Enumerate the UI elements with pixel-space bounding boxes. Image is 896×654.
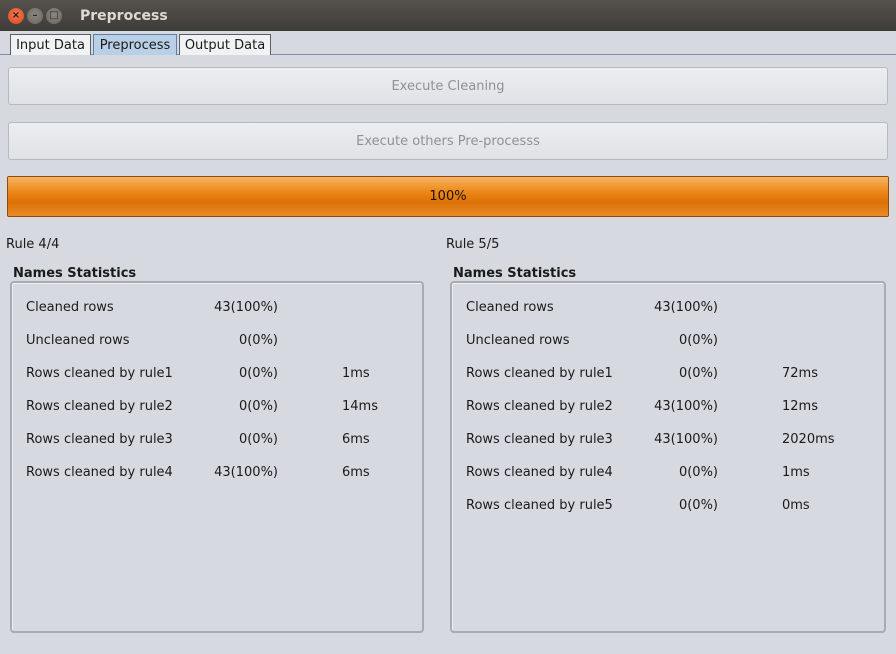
right-row-label: Cleaned rows: [466, 300, 554, 315]
left-row-label: Rows cleaned by rule3: [26, 432, 173, 447]
right-row-label: Rows cleaned by rule4: [466, 465, 613, 480]
left-section-title: Names Statistics: [13, 266, 137, 281]
left-row-time: 6ms: [342, 465, 370, 480]
close-icon[interactable]: ×: [8, 7, 24, 24]
tab-input-data[interactable]: Input Data: [10, 34, 91, 55]
right-row-label: Rows cleaned by rule1: [466, 366, 613, 381]
right-row-label: Uncleaned rows: [466, 333, 570, 348]
left-row-label: Uncleaned rows: [26, 333, 130, 348]
right-row-value: 0(0%): [678, 498, 718, 513]
minimize-icon[interactable]: –: [27, 7, 43, 24]
right-row-time: 12ms: [782, 399, 818, 414]
left-row-time: 1ms: [342, 366, 370, 381]
right-rule-label: Rule 5/5: [446, 237, 500, 252]
left-row-label: Rows cleaned by rule4: [26, 465, 173, 480]
left-row-value: 0(0%): [238, 366, 278, 381]
execute-others-button[interactable]: Execute others Pre-processs: [8, 122, 888, 160]
right-row-label: Rows cleaned by rule2: [466, 399, 613, 414]
execute-cleaning-button[interactable]: Execute Cleaning: [8, 67, 888, 105]
right-row-time: 1ms: [782, 465, 810, 480]
left-row-value: 0(0%): [238, 432, 278, 447]
tab-bar: Input Data Preprocess Output Data: [0, 31, 896, 56]
right-row-label: Rows cleaned by rule5: [466, 498, 613, 513]
maximize-icon[interactable]: □: [46, 7, 62, 24]
tab-output-data[interactable]: Output Data: [179, 34, 271, 55]
right-row-time: 0ms: [782, 498, 810, 513]
right-row-time: 72ms: [782, 366, 818, 381]
title-bar[interactable]: × – □ Preprocess: [0, 0, 896, 31]
progress-bar: 100%: [7, 176, 889, 217]
left-rule-label: Rule 4/4: [6, 237, 60, 252]
right-section-title: Names Statistics: [453, 266, 577, 281]
right-row-value: 0(0%): [678, 465, 718, 480]
right-row-value: 0(0%): [678, 333, 718, 348]
right-row-value: 43(100%): [654, 432, 718, 447]
right-stats-panel: Cleaned rows 43(100%) Uncleaned rows 0(0…: [450, 281, 886, 633]
left-row-label: Rows cleaned by rule2: [26, 399, 173, 414]
left-row-label: Cleaned rows: [26, 300, 114, 315]
right-row-value: 43(100%): [654, 399, 718, 414]
tab-preprocess[interactable]: Preprocess: [93, 34, 177, 55]
progress-text: 100%: [429, 189, 467, 204]
left-row-value: 43(100%): [214, 300, 278, 315]
window-title: Preprocess: [80, 7, 168, 24]
left-row-value: 0(0%): [238, 333, 278, 348]
left-row-time: 14ms: [342, 399, 378, 414]
left-row-time: 6ms: [342, 432, 370, 447]
right-row-value: 0(0%): [678, 366, 718, 381]
right-row-label: Rows cleaned by rule3: [466, 432, 613, 447]
right-row-value: 43(100%): [654, 300, 718, 315]
left-row-label: Rows cleaned by rule1: [26, 366, 173, 381]
left-row-value: 43(100%): [214, 465, 278, 480]
left-stats-panel: Cleaned rows 43(100%) Uncleaned rows 0(0…: [10, 281, 424, 633]
right-row-time: 2020ms: [782, 432, 835, 447]
left-row-value: 0(0%): [238, 399, 278, 414]
